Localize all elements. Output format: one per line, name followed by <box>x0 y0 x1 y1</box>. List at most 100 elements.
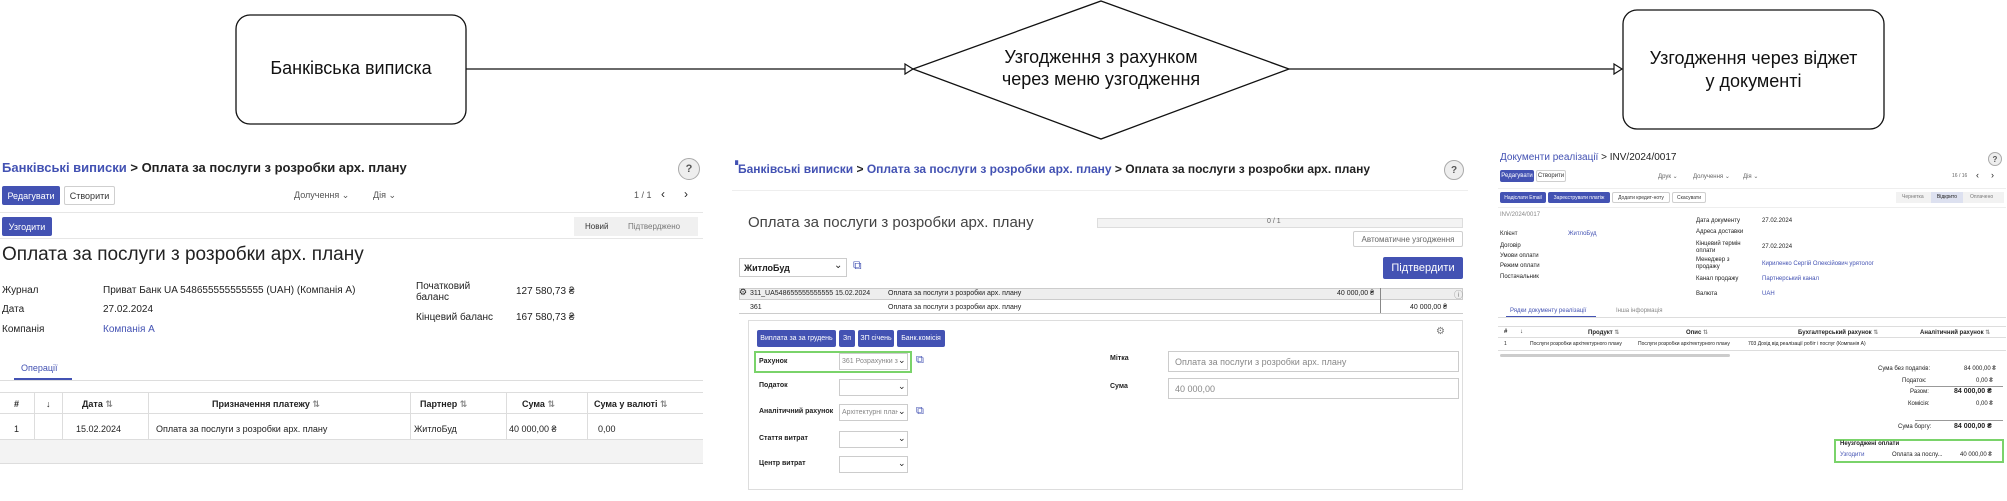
analytic-external-link-icon[interactable]: ⧉ <box>916 405 924 418</box>
print-menu[interactable]: Друк ⌄ <box>1658 173 1678 180</box>
manager-value[interactable]: Кириленко Сергій Олексійович урятолог <box>1762 261 1874 267</box>
end-node-label-2: у документі <box>1705 71 1802 91</box>
model-full-button[interactable]: Виплата за за грудень <box>757 330 836 347</box>
breadcrumb-root[interactable]: Банківські виписки <box>2 160 127 175</box>
col-sort[interactable]: ↓ <box>46 399 51 409</box>
cost-item-chevron-icon: ⌄ <box>898 433 906 443</box>
taxes-value: 0,00 ₴ <box>1976 378 1993 384</box>
breadcrumb-mid[interactable]: Оплата за послуги з розробки арх. плану <box>867 162 1112 176</box>
status-posted[interactable]: Відкрито <box>1931 192 1963 203</box>
col-sort[interactable]: ↓ <box>1520 329 1523 335</box>
auto-reconcile-button[interactable]: Автоматичне узгодження <box>1353 231 1463 247</box>
model-zp-button[interactable]: Зп <box>839 330 855 347</box>
pager-next-icon[interactable]: › <box>1991 170 1994 180</box>
col-purpose[interactable]: Призначення платежу ⇅ <box>212 399 320 410</box>
company-label: Компанія <box>2 324 45 335</box>
date-label: Дата <box>2 304 25 315</box>
help-button[interactable]: ? <box>678 158 700 180</box>
tab-invoice-lines[interactable]: Рядки документу реалізації <box>1510 308 1586 314</box>
supplier-label: Постачальник <box>1500 274 1539 280</box>
outstanding-reconcile-link[interactable]: Узгодити <box>1840 452 1864 458</box>
cost-center-label: Центр витрат <box>759 460 806 467</box>
model-bank-fee-button[interactable]: Банк.комісія <box>897 330 945 347</box>
progress-text: 0 / 1 <box>1267 218 1281 225</box>
account-external-link-icon[interactable]: ⧉ <box>916 354 924 367</box>
tab-operations[interactable]: Операції <box>21 363 58 373</box>
row-amount-currency: 0,00 <box>598 424 616 434</box>
breadcrumb-root[interactable]: Документи реалізації <box>1500 152 1598 163</box>
status-paid[interactable]: Оплачено <box>1970 194 1993 200</box>
untaxed-label: Сума без податків: <box>1878 366 1931 372</box>
create-button[interactable]: Створити <box>64 186 115 205</box>
form-gear-icon[interactable]: ⚙ <box>1436 326 1445 337</box>
breadcrumb-root[interactable]: Банківські виписки <box>738 162 853 176</box>
status-new[interactable]: Новий <box>585 222 608 231</box>
register-payment-button[interactable]: Зареєструвати платіж <box>1548 192 1610 203</box>
col-description[interactable]: Опис ⇅ <box>1686 329 1708 336</box>
action-menu[interactable]: Дія ⌄ <box>373 190 396 201</box>
sales-channel-label: Канал продажу <box>1696 276 1739 282</box>
horizontal-scrollbar[interactable] <box>1500 354 1730 357</box>
partner-value: ЖитлоБуд <box>744 263 790 273</box>
cancel-button[interactable]: Скасувати <box>1672 192 1706 203</box>
edit-button[interactable]: Редагувати <box>1500 170 1534 182</box>
reconciliation-screenshot: ▗ Банківські виписки > Оплата за послуги… <box>732 152 1468 497</box>
col-analytic[interactable]: Аналітичний рахунок ⇅ <box>1920 329 1990 336</box>
help-button[interactable]: ? <box>1444 160 1464 180</box>
create-button[interactable]: Створити <box>1536 170 1566 182</box>
pager-prev-icon[interactable]: ‹ <box>1976 170 1979 180</box>
line1-account: 311_UA548655555555555 15.02.2024 <box>750 290 871 297</box>
due-date-label-1: Кінцевий термін <box>1696 241 1741 247</box>
help-button[interactable]: ? <box>1988 152 2002 166</box>
due-date-value: 27.02.2024 <box>1762 244 1793 250</box>
status-confirmed[interactable]: Підтверджено <box>628 222 680 231</box>
client-value[interactable]: ЖитлоБуд <box>1568 231 1597 237</box>
amount-due-value: 84 000,00 ₴ <box>1954 423 1992 430</box>
breadcrumb: Банківські виписки > Оплата за послуги з… <box>2 160 407 175</box>
info-icon[interactable]: ⓘ <box>1454 288 1463 301</box>
company-value[interactable]: Компанія А <box>103 324 155 335</box>
total-value: 84 000,00 ₴ <box>1954 388 1992 395</box>
confirm-button[interactable]: Підтвердити <box>1383 257 1463 279</box>
breadcrumb-current: INV/2024/0017 <box>1609 152 1677 163</box>
col-partner[interactable]: Партнер ⇅ <box>420 399 467 410</box>
breadcrumb: Документи реалізації > INV/2024/0017 <box>1500 152 1677 163</box>
reconcile-line-2[interactable] <box>739 301 1463 314</box>
add-credit-note-button[interactable]: Додати кредит-ноту <box>1612 192 1670 203</box>
cost-center-chevron-icon: ⌄ <box>898 458 906 468</box>
status-draft[interactable]: Чернетка <box>1902 194 1924 200</box>
col-product[interactable]: Продукт ⇅ <box>1588 329 1619 336</box>
col-date[interactable]: Дата ⇅ <box>82 399 113 410</box>
col-amount[interactable]: Сума ⇅ <box>522 399 555 410</box>
outstanding-amount: 40 000,00 ₴ <box>1960 452 1992 458</box>
reconcile-button[interactable]: Узгодити <box>2 217 52 236</box>
tab-other-info[interactable]: Інша інформація <box>1616 308 1663 314</box>
gear-icon[interactable]: ⚙ <box>739 287 747 298</box>
breadcrumb: Банківські виписки > Оплата за послуги з… <box>738 162 1370 176</box>
row-description: Послуги розробки архітектурного плану <box>1638 341 1730 347</box>
total-label: Разом: <box>1910 389 1929 395</box>
row-num: 1 <box>1504 341 1507 347</box>
amount-label: Сума <box>1110 383 1128 390</box>
action-menu[interactable]: Дія ⌄ <box>1743 173 1758 180</box>
send-email-button[interactable]: Надіслати Email <box>1500 192 1546 203</box>
pager-next-icon[interactable]: › <box>684 187 688 201</box>
col-amount-currency[interactable]: Сума у валюті ⇅ <box>594 399 668 410</box>
col-num: # <box>14 399 20 409</box>
attachments-menu[interactable]: Долучення ⌄ <box>294 190 349 201</box>
sales-channel-value[interactable]: Партнерський канал <box>1762 276 1819 282</box>
external-link-icon[interactable]: ⧉ <box>853 258 862 273</box>
col-account[interactable]: Бухгалтерський рахунок ⇅ <box>1798 329 1878 336</box>
pager-prev-icon[interactable]: ‹ <box>661 187 665 201</box>
start-balance-value: 127 580,73 ₴ <box>516 286 575 297</box>
row-product: Послуги розробки архітектурного плану <box>1530 341 1622 347</box>
pager: 16 / 16 <box>1952 173 1968 179</box>
tax-chevron-icon: ⌄ <box>898 381 906 391</box>
currency-value[interactable]: UAH <box>1762 291 1775 297</box>
payment-mode-label: Режим оплати <box>1500 263 1540 269</box>
edit-button[interactable]: Редагувати <box>2 186 60 205</box>
attachments-menu[interactable]: Долучення ⌄ <box>1693 173 1730 180</box>
chevron-down-icon: ⌄ <box>834 260 843 271</box>
model-zp-january-button[interactable]: ЗП січень <box>858 330 894 347</box>
amount-value: 40 000,00 <box>1175 384 1216 394</box>
